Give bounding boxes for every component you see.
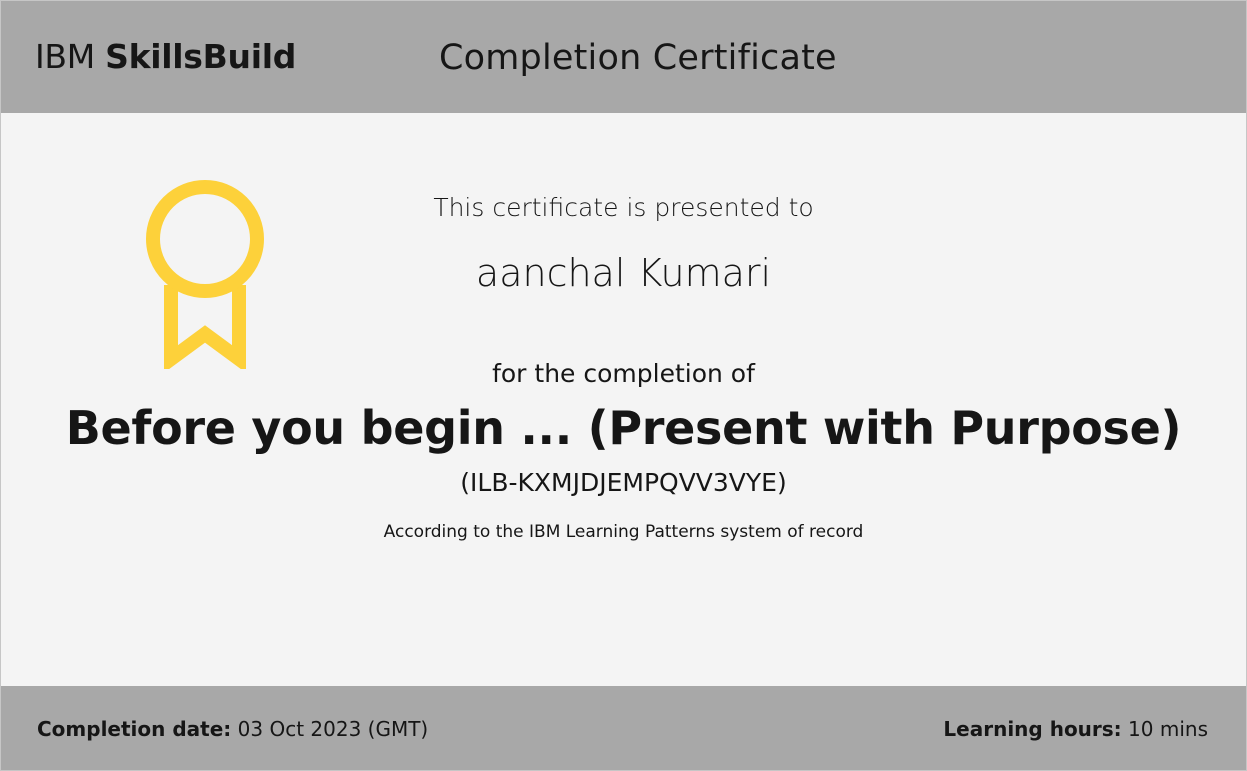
learning-hours-label: Learning hours: [943,717,1122,741]
certificate-header: IBM SkillsBuild Completion Certificate [1,1,1246,113]
recipient-name: aanchal Kumari [475,251,772,295]
certificate-footer: Completion date: 03 Oct 2023 (GMT) Learn… [1,686,1246,770]
record-note: According to the IBM Learning Patterns s… [383,522,864,542]
brand-logo: IBM SkillsBuild [35,37,296,77]
course-id: (ILB-KXMJDJEMPQVV3VYE) [460,468,787,497]
brand-prefix: IBM [35,37,95,76]
completion-label: for the completion of [492,359,755,388]
certificate-title: Completion Certificate [439,38,837,78]
brand-name: SkillsBuild [105,37,297,76]
learning-hours: Learning hours: 10 mins [943,716,1208,742]
course-title: Before you begin ... (Present with Purpo… [65,401,1182,455]
completion-date: Completion date: 03 Oct 2023 (GMT) [37,716,428,742]
completion-date-value: 03 Oct 2023 (GMT) [237,717,429,741]
completion-date-label: Completion date: [37,717,232,741]
certificate: IBM SkillsBuild Completion Certificate T… [0,0,1247,771]
presented-to-label: This certificate is presented to [433,193,814,222]
learning-hours-value: 10 mins [1128,717,1208,741]
